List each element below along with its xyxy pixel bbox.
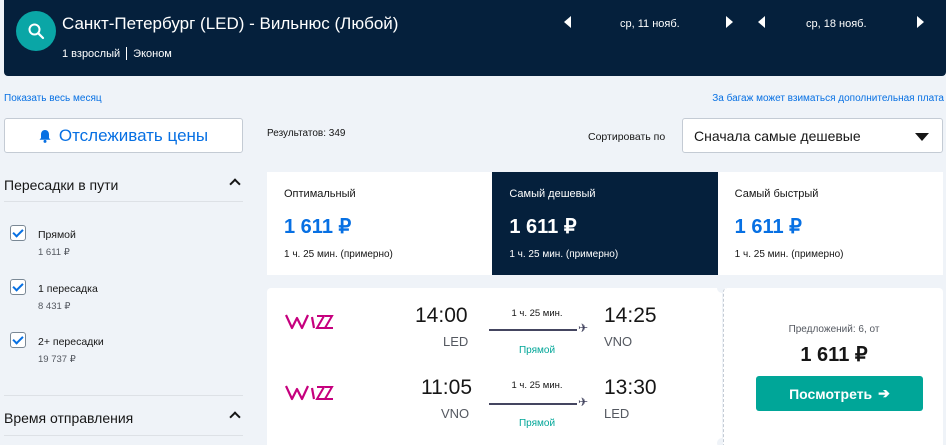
search-button[interactable] <box>16 11 56 51</box>
arrival-time: 14:25 <box>604 304 657 327</box>
departure-time-filter-title: Время отправления <box>4 410 134 426</box>
depart-next-day-icon[interactable] <box>726 16 733 28</box>
return-next-day-icon[interactable] <box>917 16 924 28</box>
result-price: 1 611 ₽ <box>800 344 868 366</box>
view-deal-label: Посмотреть <box>789 385 873 402</box>
search-summary-header: Санкт-Петербург (LED) - Вильнюс (Любой) … <box>4 0 946 76</box>
checkbox-checked-icon[interactable] <box>10 332 26 348</box>
tab-price: 1 611 ₽ <box>284 216 352 238</box>
route-title[interactable]: Санкт-Петербург (LED) - Вильнюс (Любой) <box>62 14 398 34</box>
divider <box>4 395 243 396</box>
tab-duration: 1 ч. 25 мин. (примерно) <box>734 249 844 260</box>
flight-result-card[interactable]: 14:00 LED 1 ч. 25 мин. ✈ Прямой 14:25 VN… <box>267 283 943 445</box>
arrival-time: 13:30 <box>604 376 657 399</box>
tab-cheapest[interactable]: Самый дешевый 1 611 ₽ 1 ч. 25 мин. (прим… <box>492 172 718 275</box>
chevron-up-icon[interactable] <box>229 178 241 190</box>
passengers-cabin[interactable]: 1 взрослый Эконом <box>62 47 172 60</box>
checkbox-checked-icon[interactable] <box>10 225 26 241</box>
sort-tabs: Оптимальный 1 611 ₽ 1 ч. 25 мин. (пример… <box>267 172 943 275</box>
wizz-logo-icon <box>285 314 334 330</box>
tab-fastest[interactable]: Самый быстрый 1 611 ₽ 1 ч. 25 мин. (прим… <box>718 172 943 275</box>
sort-select-value: Сначала самые дешевые <box>694 128 861 144</box>
passengers-count: 1 взрослый <box>62 47 121 60</box>
sort-select[interactable]: Сначала самые дешевые <box>682 118 943 153</box>
stops-info: Прямой <box>518 418 556 429</box>
show-month-link[interactable]: Показать весь месяц <box>4 93 102 104</box>
arrow-right-icon: ➔ <box>878 385 890 401</box>
stop-option-price: 8 431 ₽ <box>38 301 71 312</box>
depart-prev-day-icon[interactable] <box>564 16 571 28</box>
stops-filter-title: Пересадки в пути <box>4 177 119 193</box>
flight-line <box>489 403 577 405</box>
price-panel: Предложений: 6, от 1 611 ₽ Посмотреть ➔ <box>723 288 943 445</box>
tab-duration: 1 ч. 25 мин. (примерно) <box>509 249 619 260</box>
stop-option-label: 1 пересадка <box>38 283 98 295</box>
sort-label: Сортировать по <box>588 131 666 143</box>
stops-info: Прямой <box>518 345 556 356</box>
wizz-logo-icon <box>285 385 334 401</box>
flight-duration: 1 ч. 25 мин. <box>511 380 563 391</box>
tab-duration: 1 ч. 25 мин. (примерно) <box>284 249 393 260</box>
divider <box>4 201 243 202</box>
airplane-icon: ✈ <box>578 395 589 409</box>
offers-count: Предложений: 6, от <box>788 324 880 335</box>
separator <box>126 47 128 60</box>
return-date[interactable]: ср, 18 нояб. <box>806 18 867 30</box>
flight-line <box>489 329 577 331</box>
departure-time: 11:05 <box>421 376 472 399</box>
checkbox-checked-icon[interactable] <box>10 279 26 295</box>
divider <box>4 435 243 436</box>
stop-option-price: 1 611 ₽ <box>38 247 70 258</box>
arrival-airport: LED <box>604 406 630 421</box>
tab-name: Самый дешевый <box>509 188 596 200</box>
baggage-fee-link[interactable]: За багаж может взиматься дополнительная … <box>712 93 944 104</box>
tab-name: Самый быстрый <box>734 188 819 200</box>
view-deal-button[interactable]: Посмотреть ➔ <box>756 376 923 411</box>
tab-price: 1 611 ₽ <box>734 216 802 238</box>
results-count: Результатов: 349 <box>267 128 346 139</box>
departure-airport: VNO <box>441 406 470 421</box>
depart-date[interactable]: ср, 11 нояб. <box>620 18 680 30</box>
airplane-icon: ✈ <box>578 321 589 335</box>
arrival-airport: VNO <box>604 334 633 349</box>
cabin-class: Эконом <box>133 47 172 60</box>
track-prices-label: Отслеживать цены <box>58 125 209 145</box>
stop-option-label: 2+ пересадки <box>38 336 104 348</box>
departure-airport: LED <box>443 334 469 349</box>
tab-best[interactable]: Оптимальный 1 611 ₽ 1 ч. 25 мин. (пример… <box>267 172 492 275</box>
stop-option-label: Прямой <box>38 229 76 241</box>
flight-duration: 1 ч. 25 мин. <box>511 308 563 319</box>
tab-price: 1 611 ₽ <box>509 216 577 238</box>
stop-option-price: 19 737 ₽ <box>38 354 76 365</box>
tab-name: Оптимальный <box>284 188 356 200</box>
stops-filter-header[interactable]: Пересадки в пути <box>4 177 243 193</box>
track-prices-button[interactable]: Отслеживать цены <box>4 118 243 153</box>
return-prev-day-icon[interactable] <box>758 16 765 28</box>
bell-icon <box>39 129 51 143</box>
search-icon <box>28 23 45 40</box>
departure-time-filter-header[interactable]: Время отправления <box>4 410 243 426</box>
departure-time: 14:00 <box>415 304 468 327</box>
itinerary-panel[interactable]: 14:00 LED 1 ч. 25 мин. ✈ Прямой 14:25 VN… <box>267 288 722 445</box>
chevron-up-icon[interactable] <box>229 411 241 423</box>
caret-down-icon <box>915 133 929 141</box>
